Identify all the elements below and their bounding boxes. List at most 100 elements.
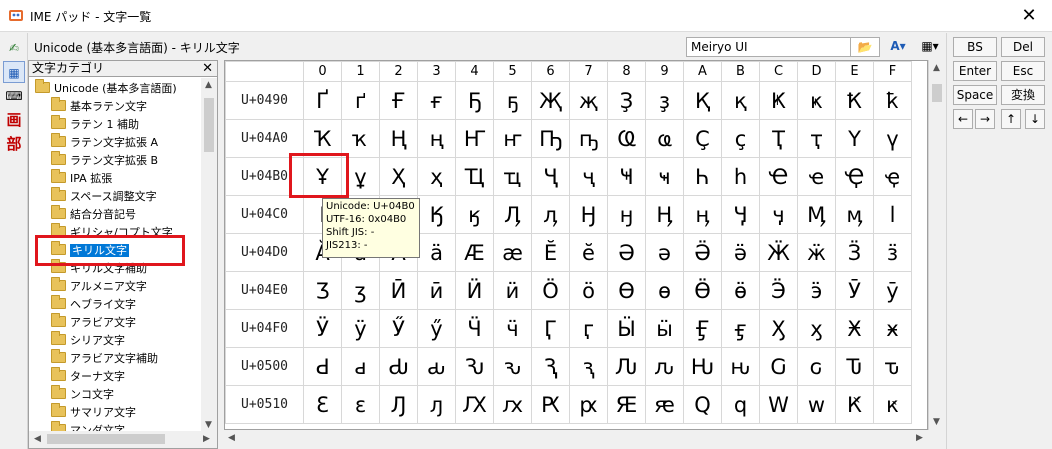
character-cell[interactable]: Ӈ <box>569 195 608 234</box>
character-cell[interactable]: Қ <box>683 81 722 120</box>
tree-root-unicode-bmp[interactable]: Unicode (基本多言語面) <box>35 79 177 98</box>
character-cell[interactable]: ӌ <box>759 195 798 234</box>
character-cell[interactable]: Ҿ <box>835 157 874 196</box>
character-cell[interactable]: ҽ <box>797 157 836 196</box>
character-cell[interactable]: Ԓ <box>379 385 418 424</box>
character-cell[interactable]: Ҙ <box>607 81 646 120</box>
esc-key-button[interactable]: Esc <box>1001 61 1045 81</box>
tree-item[interactable]: アラビア文字補助 <box>51 349 158 368</box>
character-cell[interactable]: Ӯ <box>835 271 874 310</box>
character-cell[interactable]: ӈ <box>607 195 646 234</box>
tree-item[interactable]: スペース調整文字 <box>51 187 157 206</box>
character-cell[interactable]: Ԝ <box>759 385 798 424</box>
character-cell[interactable]: ҳ <box>417 157 456 196</box>
character-cell[interactable]: ҿ <box>873 157 912 196</box>
character-cell[interactable]: Ӿ <box>835 309 874 348</box>
character-cell[interactable]: ӿ <box>873 309 912 348</box>
character-cell[interactable]: ҧ <box>569 119 608 158</box>
del-key-button[interactable]: Del <box>1001 37 1045 57</box>
radical-mode-button[interactable]: 部 <box>3 133 25 155</box>
character-cell[interactable]: ө <box>645 271 684 310</box>
character-cell[interactable]: Ԏ <box>835 347 874 386</box>
scroll-right-icon[interactable]: ▶ <box>203 434 210 444</box>
character-cell[interactable]: ә <box>645 233 684 272</box>
character-cell[interactable]: ғ <box>417 81 456 120</box>
character-cell[interactable]: ԑ <box>341 385 380 424</box>
font-select[interactable]: Meiryo UI ▼ <box>686 37 872 57</box>
character-cell[interactable]: Ӻ <box>683 309 722 348</box>
character-cell[interactable]: Җ <box>531 81 570 120</box>
scroll-down-icon[interactable]: ▼ <box>205 420 212 430</box>
scroll-down-icon[interactable]: ▼ <box>933 417 940 427</box>
character-cell[interactable]: ӻ <box>721 309 760 348</box>
character-cell[interactable]: Ӭ <box>759 271 798 310</box>
character-cell[interactable]: ԝ <box>797 385 836 424</box>
bs-key-button[interactable]: BS <box>953 37 997 57</box>
character-cell[interactable]: ӱ <box>341 309 380 348</box>
character-cell[interactable]: ӥ <box>493 271 532 310</box>
character-cell[interactable]: һ <box>721 157 760 196</box>
character-cell[interactable]: ԓ <box>417 385 456 424</box>
character-cell[interactable]: Ԗ <box>531 385 570 424</box>
right-arrow-key-button[interactable]: → <box>975 109 995 129</box>
character-list-mode-button[interactable]: ▦ <box>3 61 25 83</box>
grid-horizontal-scrollbar[interactable]: ◀ ▶ <box>224 430 928 447</box>
character-cell[interactable]: ӣ <box>417 271 456 310</box>
tree-item[interactable]: ンコ文字 <box>51 385 114 404</box>
character-cell[interactable]: ӵ <box>493 309 532 348</box>
character-cell[interactable]: ӄ <box>455 195 494 234</box>
tree-item[interactable]: アラビア文字 <box>51 313 136 332</box>
view-options-button[interactable]: ▦▾ <box>916 37 944 57</box>
character-cell[interactable]: ҹ <box>645 157 684 196</box>
tree-item[interactable]: シリア文字 <box>51 331 125 350</box>
character-cell[interactable]: Ӵ <box>455 309 494 348</box>
character-cell[interactable]: ӧ <box>569 271 608 310</box>
character-cell[interactable]: ԙ <box>645 385 684 424</box>
category-horizontal-scrollbar[interactable]: ◀ ▶ <box>29 431 217 448</box>
scroll-left-icon[interactable]: ◀ <box>228 433 235 443</box>
stroke-count-mode-button[interactable]: 画 <box>3 109 25 131</box>
character-cell[interactable]: ԁ <box>341 347 380 386</box>
character-cell[interactable]: Ӹ <box>607 309 646 348</box>
character-cell[interactable]: ԅ <box>493 347 532 386</box>
character-cell[interactable]: Ҝ <box>759 81 798 120</box>
character-cell[interactable]: Ԅ <box>455 347 494 386</box>
character-cell[interactable]: ӊ <box>683 195 722 234</box>
character-cell[interactable]: Ԙ <box>607 385 646 424</box>
character-cell[interactable]: қ <box>721 81 760 120</box>
character-cell[interactable]: Ӟ <box>835 233 874 272</box>
character-cell[interactable]: ӏ <box>873 195 912 234</box>
character-cell[interactable]: Ҵ <box>455 157 494 196</box>
character-cell[interactable]: Ҷ <box>531 157 570 196</box>
character-cell[interactable]: Ԍ <box>759 347 798 386</box>
character-cell[interactable]: Ҕ <box>455 81 494 120</box>
character-cell[interactable]: җ <box>569 81 608 120</box>
character-cell[interactable]: Һ <box>683 157 722 196</box>
character-cell[interactable]: ԍ <box>797 347 836 386</box>
character-cell[interactable]: Ҥ <box>455 119 494 158</box>
character-cell[interactable]: ӽ <box>797 309 836 348</box>
character-cell[interactable]: Ҽ <box>759 157 798 196</box>
character-cell[interactable]: ӫ <box>721 271 760 310</box>
character-cell[interactable]: ӕ <box>493 233 532 272</box>
character-cell[interactable]: Ԟ <box>835 385 874 424</box>
character-cell[interactable]: ӝ <box>797 233 836 272</box>
close-window-button[interactable]: ✕ <box>1016 4 1042 28</box>
tree-item[interactable]: 基本ラテン文字 <box>51 97 147 116</box>
close-category-panel-icon[interactable]: ✕ <box>202 61 213 76</box>
character-cell[interactable]: ү <box>873 119 912 158</box>
character-cell[interactable]: Ԉ <box>607 347 646 386</box>
space-key-button[interactable]: Space <box>953 85 997 105</box>
character-cell[interactable]: Ҫ <box>683 119 722 158</box>
character-cell[interactable]: Ӣ <box>379 271 418 310</box>
character-cell[interactable]: ҵ <box>493 157 532 196</box>
character-cell[interactable]: ԇ <box>569 347 608 386</box>
character-cell[interactable]: Ҭ <box>759 119 798 158</box>
convert-key-button[interactable]: 変換 <box>1001 85 1045 105</box>
character-cell[interactable]: Ө <box>607 271 646 310</box>
up-arrow-key-button[interactable]: ↑ <box>1001 109 1021 129</box>
tree-item[interactable]: ヘブライ文字 <box>51 295 136 314</box>
scroll-up-icon[interactable]: ▲ <box>933 63 940 73</box>
tree-item[interactable]: 結合分音記号 <box>51 205 136 224</box>
character-cell[interactable]: Ҧ <box>531 119 570 158</box>
